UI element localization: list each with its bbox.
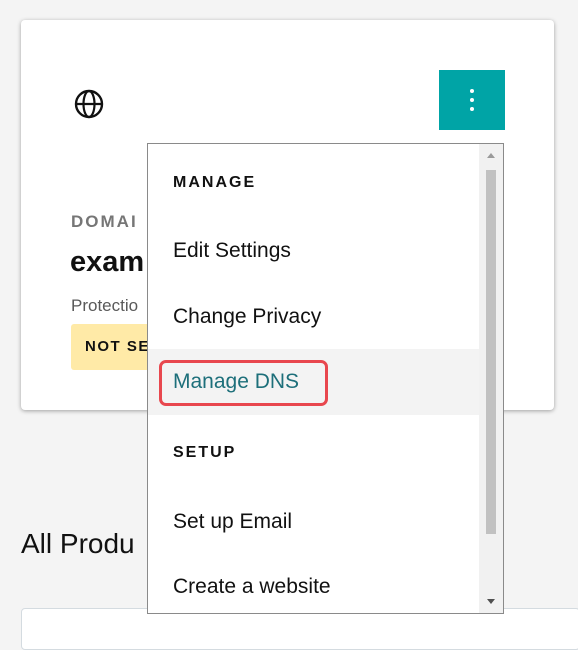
- domain-name[interactable]: exam: [70, 246, 144, 279]
- domain-label: DOMAI: [71, 212, 138, 231]
- scrollbar-thumb[interactable]: [486, 170, 496, 534]
- manage-section-header: MANAGE: [173, 174, 257, 191]
- setup-section-header: SETUP: [173, 444, 237, 461]
- scroll-up-arrow-icon[interactable]: [479, 144, 503, 168]
- edit-settings-menu-item[interactable]: Edit Settings: [148, 218, 479, 284]
- domain-actions-button[interactable]: [439, 70, 505, 130]
- products-panel: [21, 608, 578, 650]
- create-website-menu-item[interactable]: Create a website: [148, 554, 479, 613]
- domain-actions-menu: MANAGE Edit Settings Change Privacy Mana…: [147, 143, 504, 614]
- manage-dns-menu-item[interactable]: Manage DNS: [148, 349, 479, 415]
- change-privacy-menu-item[interactable]: Change Privacy: [148, 284, 479, 350]
- scroll-down-arrow-icon[interactable]: [479, 589, 503, 613]
- section-title: All Produ: [21, 528, 135, 559]
- kebab-menu-icon: [470, 89, 474, 111]
- globe-icon: [74, 89, 104, 119]
- menu-scrollbar[interactable]: [479, 144, 503, 613]
- set-up-email-menu-item[interactable]: Set up Email: [148, 489, 479, 555]
- protection-text: Protectio: [71, 296, 139, 315]
